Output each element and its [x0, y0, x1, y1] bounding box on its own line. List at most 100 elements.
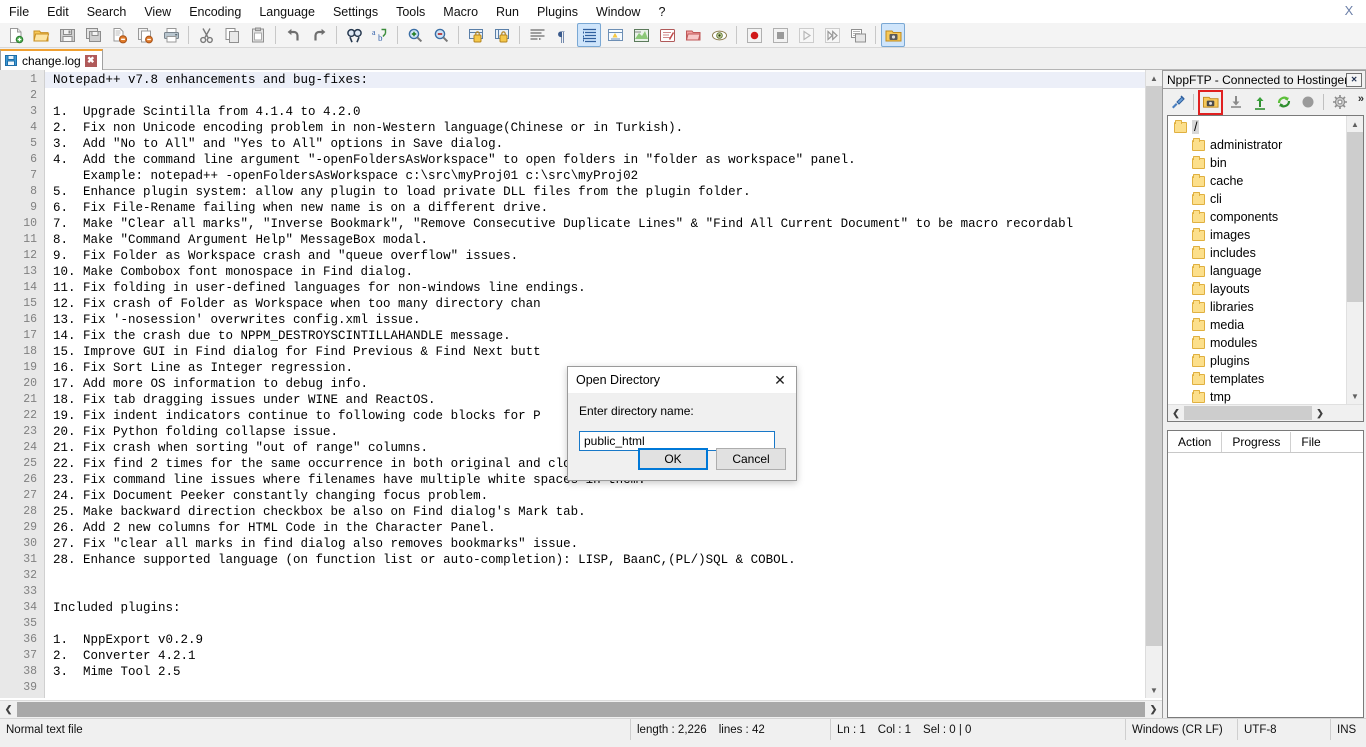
- abort-icon[interactable]: [1296, 91, 1319, 114]
- run-macro-multiple-icon[interactable]: [820, 23, 844, 47]
- tree-item-language[interactable]: language: [1168, 262, 1346, 280]
- redo-icon[interactable]: [307, 23, 331, 47]
- open-directory-icon[interactable]: [1198, 90, 1223, 115]
- dialog-close-icon[interactable]: ✕: [764, 367, 796, 393]
- tree-item-cli[interactable]: cli: [1168, 190, 1346, 208]
- tree-scroll-right-icon[interactable]: ❯: [1312, 406, 1328, 420]
- tree-item-administrator[interactable]: administrator: [1168, 136, 1346, 154]
- cut-icon[interactable]: [194, 23, 218, 47]
- save-macro-icon[interactable]: [846, 23, 870, 47]
- indent-guide-icon[interactable]: [577, 23, 601, 47]
- nppftp-panel: NppFTP - Connected to Hostinger ✕ » /adm…: [1163, 70, 1366, 718]
- tree-vertical-scroll-thumb[interactable]: [1347, 132, 1363, 302]
- log-column-action[interactable]: Action: [1168, 432, 1222, 452]
- nppftp-close-button[interactable]: ✕: [1346, 73, 1362, 87]
- vertical-scroll-thumb[interactable]: [1146, 86, 1162, 646]
- tree-item-modules[interactable]: modules: [1168, 334, 1346, 352]
- line-number: 11: [0, 232, 44, 248]
- tree-vertical-scrollbar[interactable]: ▲ ▼: [1346, 116, 1363, 404]
- tree-horizontal-scroll-thumb[interactable]: [1184, 406, 1312, 420]
- menu-item-edit[interactable]: Edit: [38, 2, 78, 22]
- menu-item-run[interactable]: Run: [487, 2, 528, 22]
- tree-item-components[interactable]: components: [1168, 208, 1346, 226]
- connect-icon[interactable]: [1166, 91, 1189, 114]
- status-eol: Windows (CR LF): [1126, 719, 1238, 740]
- menu-item-tools[interactable]: Tools: [387, 2, 434, 22]
- show-all-characters-icon[interactable]: ¶: [551, 23, 575, 47]
- tab-close-icon[interactable]: ✖: [85, 55, 97, 67]
- menu-item-window[interactable]: Window: [587, 2, 649, 22]
- toolbar-overflow-chevron-icon[interactable]: »: [1358, 93, 1364, 105]
- tree-scroll-up-icon[interactable]: ▲: [1347, 116, 1363, 132]
- menu-item-macro[interactable]: Macro: [434, 2, 487, 22]
- paste-icon[interactable]: [246, 23, 270, 47]
- play-macro-icon[interactable]: [794, 23, 818, 47]
- user-defined-language-icon[interactable]: [603, 23, 627, 47]
- menu-item-view[interactable]: View: [135, 2, 180, 22]
- horizontal-scroll-thumb[interactable]: [17, 702, 1145, 717]
- editor-vertical-scrollbar[interactable]: ▲ ▼: [1145, 70, 1162, 698]
- function-list-icon[interactable]: [655, 23, 679, 47]
- tree-item-templates[interactable]: templates: [1168, 370, 1346, 388]
- scroll-up-icon[interactable]: ▲: [1146, 70, 1162, 86]
- tree-item-libraries[interactable]: libraries: [1168, 298, 1346, 316]
- settings-icon[interactable]: [1328, 91, 1351, 114]
- record-macro-icon[interactable]: [742, 23, 766, 47]
- find-icon[interactable]: [342, 23, 366, 47]
- menu-item-help[interactable]: ?: [649, 2, 674, 22]
- tree-item-bin[interactable]: bin: [1168, 154, 1346, 172]
- stop-macro-icon[interactable]: [768, 23, 792, 47]
- scroll-down-icon[interactable]: ▼: [1146, 682, 1162, 698]
- refresh-icon[interactable]: [1272, 91, 1295, 114]
- menu-item-search[interactable]: Search: [78, 2, 136, 22]
- tree-item-includes[interactable]: includes: [1168, 244, 1346, 262]
- menu-item-language[interactable]: Language: [250, 2, 324, 22]
- sync-vertical-scroll-icon[interactable]: [464, 23, 488, 47]
- tree-item-cache[interactable]: cache: [1168, 172, 1346, 190]
- sync-horizontal-scroll-icon[interactable]: [490, 23, 514, 47]
- save-icon[interactable]: [55, 23, 79, 47]
- zoom-out-icon[interactable]: [429, 23, 453, 47]
- log-column-progress[interactable]: Progress: [1222, 432, 1291, 452]
- replace-icon[interactable]: ab: [368, 23, 392, 47]
- menu-item-settings[interactable]: Settings: [324, 2, 387, 22]
- print-icon[interactable]: [159, 23, 183, 47]
- save-all-icon[interactable]: [81, 23, 105, 47]
- word-wrap-icon[interactable]: [525, 23, 549, 47]
- tab-change-log[interactable]: change.log ✖: [0, 49, 103, 70]
- cancel-button[interactable]: Cancel: [716, 448, 786, 470]
- close-all-icon[interactable]: [133, 23, 157, 47]
- close-file-icon[interactable]: [107, 23, 131, 47]
- tree-item-layouts[interactable]: layouts: [1168, 280, 1346, 298]
- scroll-right-icon[interactable]: ❯: [1145, 702, 1162, 717]
- document-tab-bar: change.log ✖: [0, 48, 1366, 70]
- menu-item-plugins[interactable]: Plugins: [528, 2, 587, 22]
- document-map-icon[interactable]: [629, 23, 653, 47]
- document-peeker-icon[interactable]: [707, 23, 731, 47]
- tree-scroll-left-icon[interactable]: ❮: [1168, 406, 1184, 420]
- undo-icon[interactable]: [281, 23, 305, 47]
- tree-item-tmp[interactable]: tmp: [1168, 388, 1346, 404]
- tree-horizontal-scrollbar[interactable]: ❮ ❯: [1168, 404, 1363, 421]
- tree-item-plugins[interactable]: plugins: [1168, 352, 1346, 370]
- zoom-in-icon[interactable]: [403, 23, 427, 47]
- ok-button[interactable]: OK: [638, 448, 708, 470]
- menu-item-file[interactable]: File: [0, 2, 38, 22]
- log-column-file[interactable]: File: [1291, 432, 1330, 452]
- nppftp-icon[interactable]: [881, 23, 905, 47]
- open-file-icon[interactable]: [29, 23, 53, 47]
- download-icon[interactable]: [1224, 91, 1247, 114]
- folder-as-workspace-icon[interactable]: [681, 23, 705, 47]
- editor-horizontal-scrollbar[interactable]: ❮ ❯: [0, 700, 1162, 718]
- tree-item-media[interactable]: media: [1168, 316, 1346, 334]
- nppftp-directory-tree[interactable]: /administratorbincacheclicomponentsimage…: [1168, 116, 1346, 404]
- tree-scroll-down-icon[interactable]: ▼: [1347, 388, 1363, 404]
- tree-item-root[interactable]: /: [1168, 118, 1346, 136]
- menu-item-encoding[interactable]: Encoding: [180, 2, 250, 22]
- new-file-icon[interactable]: [3, 23, 27, 47]
- scroll-left-icon[interactable]: ❮: [0, 702, 17, 717]
- window-close-button[interactable]: X: [1340, 3, 1358, 19]
- upload-icon[interactable]: [1248, 91, 1271, 114]
- tree-item-images[interactable]: images: [1168, 226, 1346, 244]
- copy-icon[interactable]: [220, 23, 244, 47]
